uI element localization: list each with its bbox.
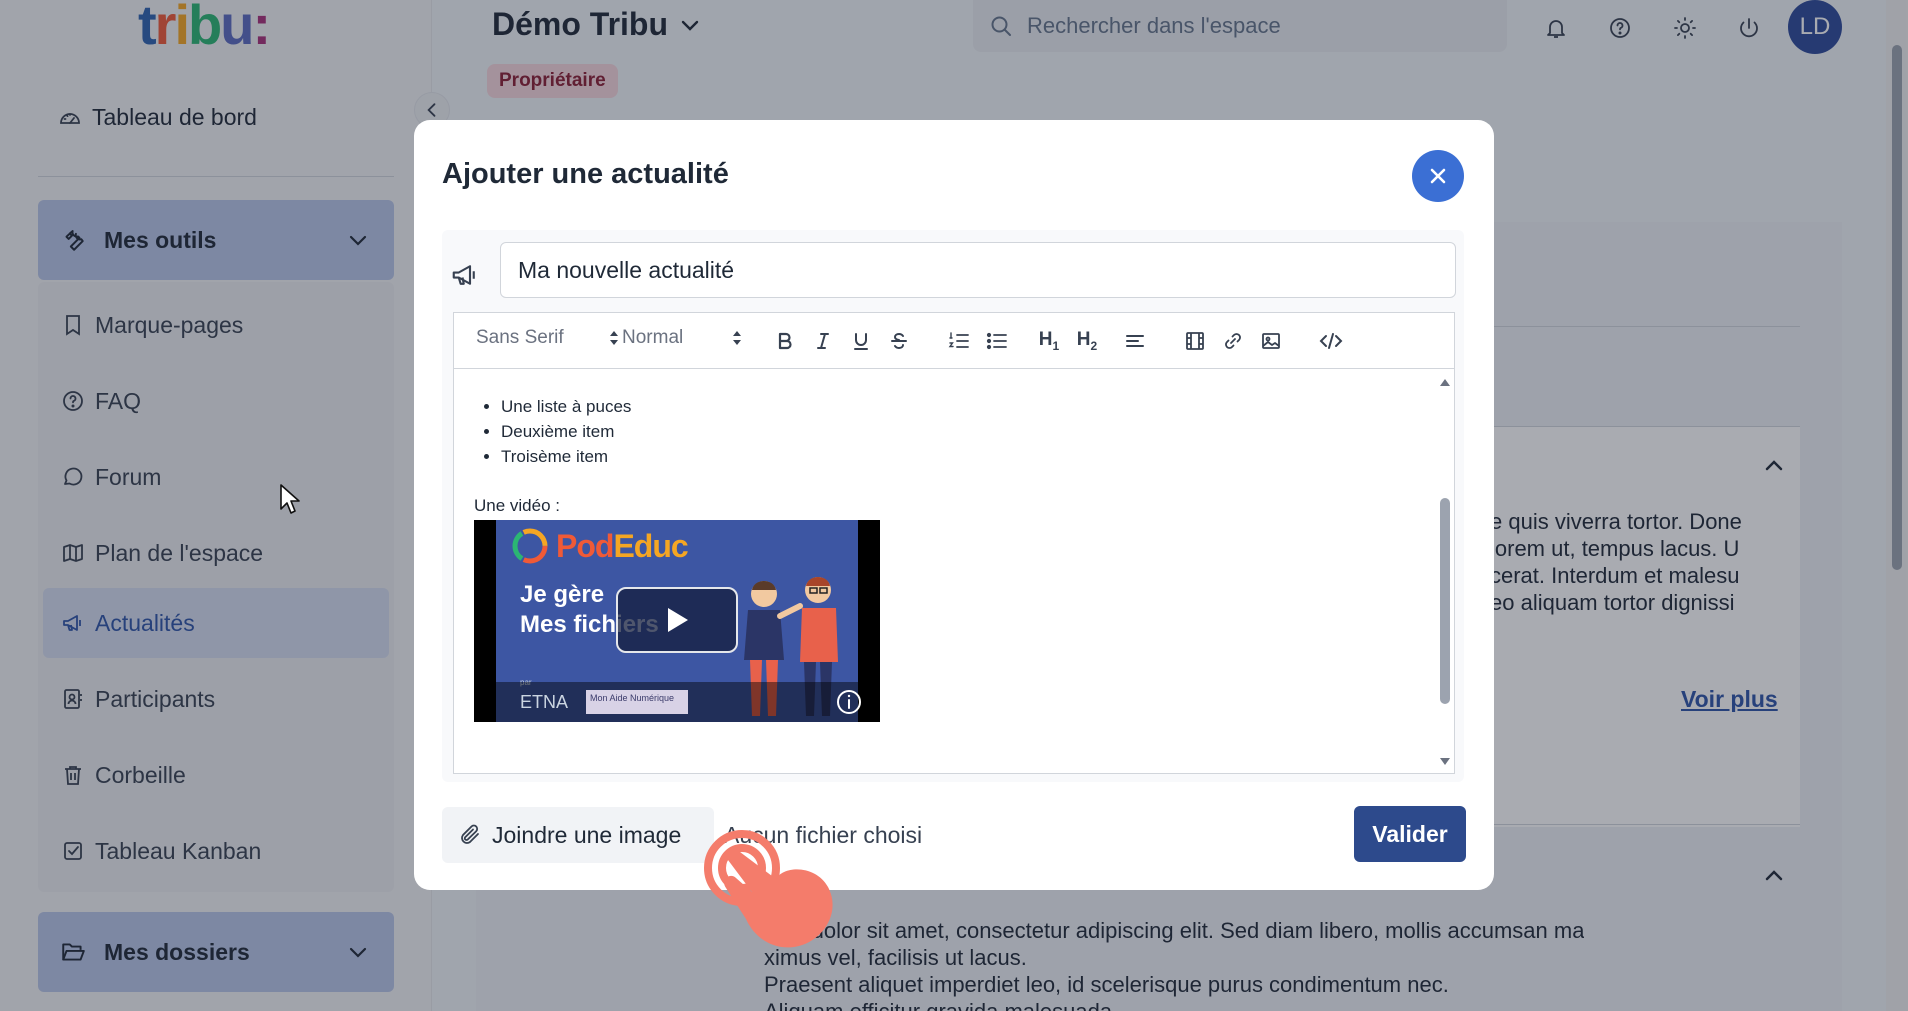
etna-logo: ETNA: [520, 692, 569, 712]
video-footer: ETNA Mon Aide Numérique: [474, 682, 880, 722]
rich-text-editor: Sans Serif Normal H1 H2 • Une liste à pu…: [453, 312, 1455, 774]
bullet-list: Une liste à puces Deuxième item Troisème…: [501, 394, 631, 469]
play-button[interactable]: [616, 587, 738, 653]
font-select[interactable]: Sans Serif: [476, 327, 618, 349]
film-icon: [1184, 330, 1206, 352]
italic-icon: [813, 331, 833, 351]
bullet-list-icon: [986, 331, 1008, 351]
editor-toolbar: Sans Serif Normal H1 H2: [454, 313, 1454, 369]
news-title-input[interactable]: [500, 242, 1456, 298]
link-icon: [1222, 330, 1244, 352]
heading1-button[interactable]: H1: [1034, 329, 1064, 353]
strikethrough-icon: [889, 331, 909, 351]
editor-content[interactable]: Une liste à puces Deuxième item Troisème…: [454, 370, 1454, 773]
code-icon: [1318, 331, 1344, 351]
underline-button[interactable]: [848, 329, 874, 353]
list-item: Troisème item: [501, 444, 631, 469]
align-button[interactable]: [1122, 329, 1148, 353]
podeduc-logo: PodEduc: [510, 526, 689, 566]
ordered-list-button[interactable]: [946, 329, 972, 353]
modal-title: Ajouter une actualité: [442, 158, 729, 190]
attach-image-button[interactable]: Joindre une image: [442, 807, 714, 863]
scrollbar-thumb[interactable]: [1440, 498, 1450, 704]
aide-numerique-logo: Mon Aide Numérique: [586, 690, 688, 714]
heading1-icon: H1: [1038, 329, 1060, 353]
scroll-down-icon[interactable]: [1440, 758, 1450, 766]
italic-button[interactable]: [810, 329, 836, 353]
mouse-cursor-icon: [280, 484, 300, 514]
news-form: Sans Serif Normal H1 H2: [442, 230, 1464, 782]
close-icon: [1426, 164, 1450, 188]
paperclip-icon: [458, 823, 482, 847]
click-hand-icon: [704, 830, 833, 948]
info-icon[interactable]: [835, 688, 863, 716]
submit-button[interactable]: Valider: [1354, 806, 1466, 862]
megaphone-icon: [450, 260, 480, 290]
bullet-list-button[interactable]: [984, 329, 1010, 353]
align-left-icon: [1124, 331, 1146, 351]
scroll-up-icon[interactable]: [1440, 378, 1450, 386]
list-item: Une liste à puces: [501, 394, 631, 419]
heading2-button[interactable]: H2: [1072, 329, 1102, 353]
insert-image-button[interactable]: [1258, 329, 1284, 353]
bold-button[interactable]: [772, 329, 798, 353]
size-select[interactable]: Normal: [622, 327, 741, 349]
strikethrough-button[interactable]: [886, 329, 912, 353]
heading2-icon: H2: [1076, 329, 1098, 353]
ordered-list-icon: [948, 331, 970, 351]
embedded-video[interactable]: PodEduc Je gère Mes fichiers par ETNA Mo…: [474, 520, 880, 722]
play-icon: [664, 606, 690, 634]
select-arrows-icon: [608, 327, 620, 349]
underline-icon: [851, 331, 871, 351]
select-arrows-icon: [731, 327, 743, 349]
video-label: Une vidéo :: [474, 496, 560, 515]
close-button[interactable]: [1412, 150, 1464, 202]
insert-link-button[interactable]: [1220, 329, 1246, 353]
list-item: Deuxième item: [501, 419, 631, 444]
image-icon: [1260, 330, 1282, 352]
insert-video-button[interactable]: [1182, 329, 1208, 353]
bold-icon: [775, 331, 795, 351]
code-view-button[interactable]: [1316, 329, 1346, 353]
add-news-modal: Ajouter une actualité Sans Serif Normal: [414, 120, 1494, 890]
editor-scrollbar[interactable]: [1435, 370, 1454, 773]
attach-label: Joindre une image: [492, 821, 682, 848]
